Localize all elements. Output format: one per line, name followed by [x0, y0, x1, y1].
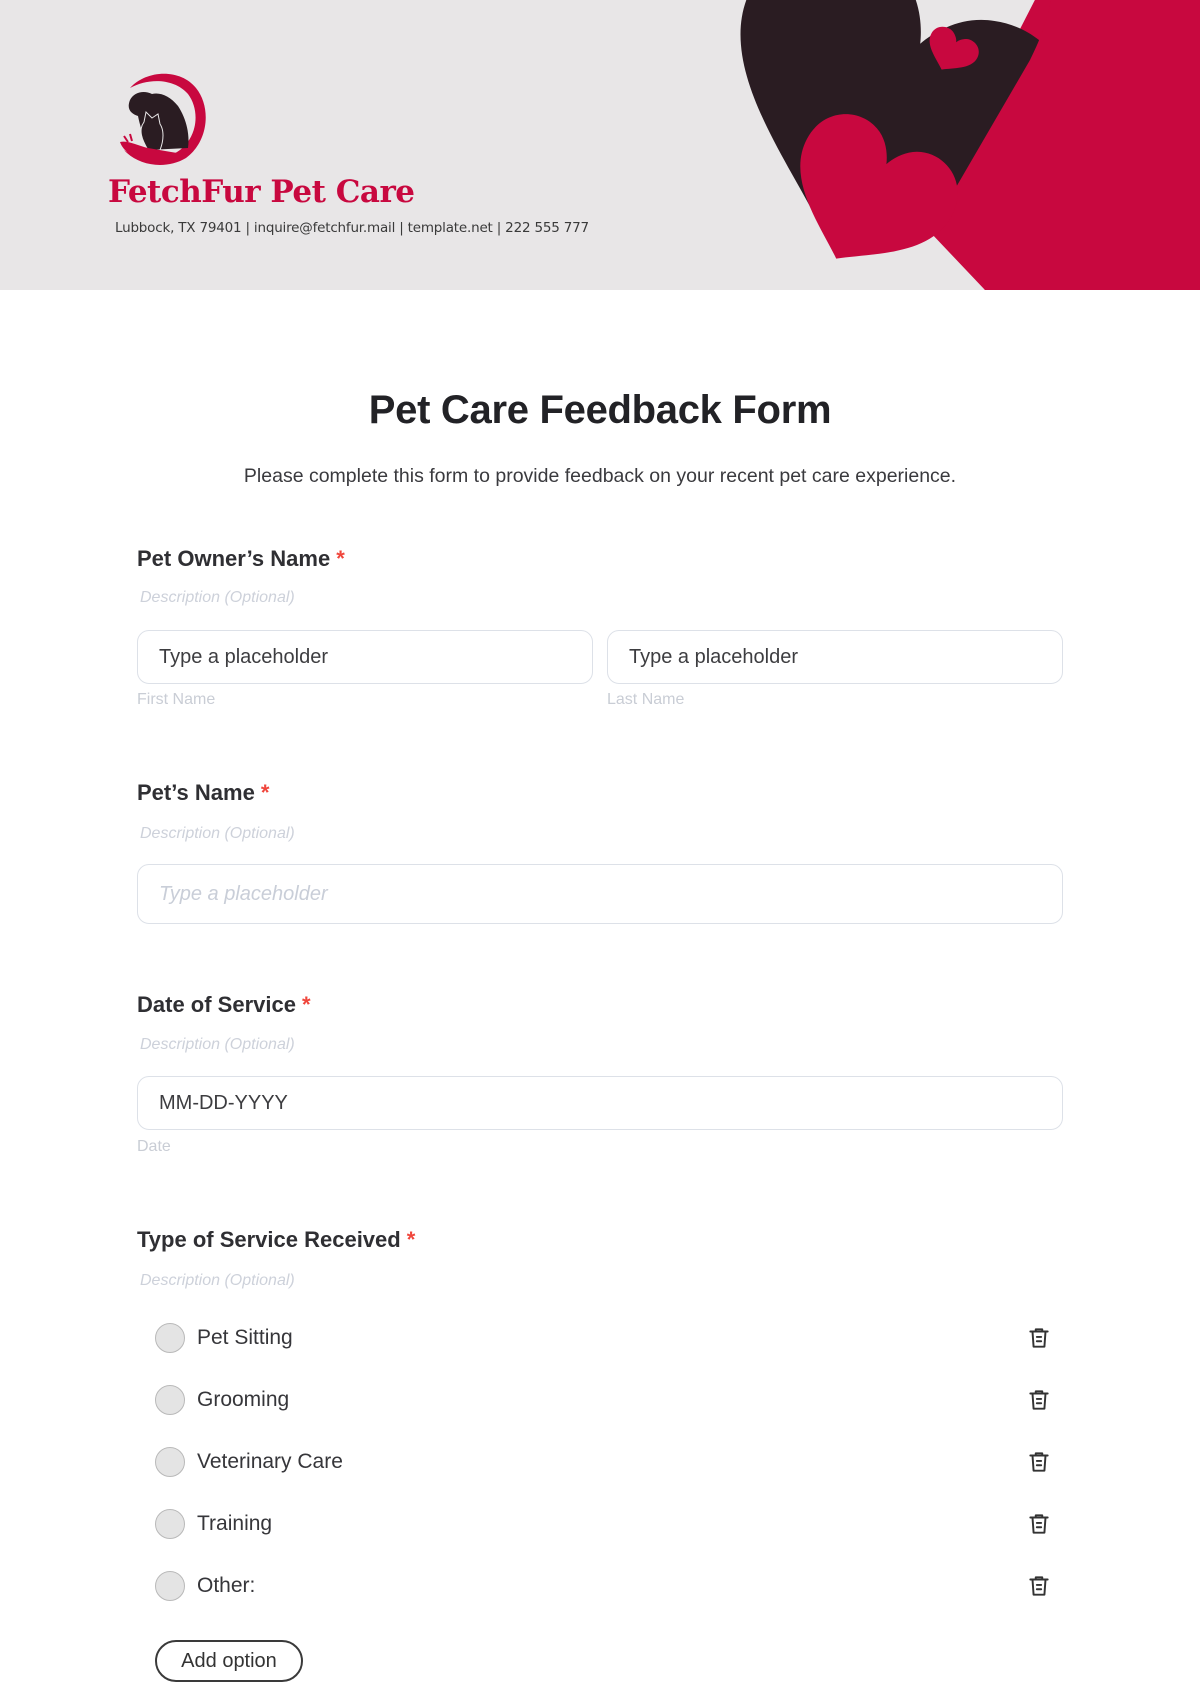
- option-training[interactable]: Training: [155, 1507, 1055, 1541]
- first-name-caption: First Name: [137, 691, 216, 708]
- last-name-caption: Last Name: [607, 691, 685, 708]
- question-label-type-of-service: Type of Service Received *: [137, 1227, 415, 1253]
- question-label-text: Date of Service: [137, 992, 296, 1017]
- question-label-date-of-service: Date of Service *: [137, 992, 311, 1018]
- radio-button[interactable]: [155, 1447, 185, 1477]
- date-input[interactable]: MM-DD-YYYY: [137, 1076, 1063, 1130]
- brand-name: FetchFur Pet Care: [108, 174, 415, 210]
- trash-icon[interactable]: [1026, 1573, 1052, 1599]
- question-description[interactable]: Description (Optional): [140, 1272, 295, 1290]
- form-title: Pet Care Feedback Form: [368, 388, 832, 432]
- required-asterisk: *: [301, 992, 311, 1017]
- first-name-input[interactable]: Type a placeholder: [137, 630, 593, 684]
- question-label-text: Pet Owner’s Name: [137, 546, 331, 571]
- form-subtitle: Please complete this form to provide fee…: [243, 465, 957, 487]
- option-other[interactable]: Other:: [155, 1569, 1055, 1603]
- add-option-button[interactable]: Add option: [155, 1640, 303, 1682]
- option-label[interactable]: Pet Sitting: [197, 1326, 293, 1350]
- date-input-text: MM-DD-YYYY: [159, 1091, 288, 1114]
- option-grooming[interactable]: Grooming: [155, 1383, 1055, 1417]
- trash-icon[interactable]: [1026, 1511, 1052, 1537]
- trash-icon[interactable]: [1026, 1325, 1052, 1351]
- brand-logo-icon: [120, 73, 206, 165]
- last-name-input[interactable]: Type a placeholder: [607, 630, 1063, 684]
- brand-contact-line: Lubbock, TX 79401 | inquire@fetchfur.mai…: [115, 220, 589, 236]
- trash-icon[interactable]: [1026, 1449, 1052, 1475]
- option-label[interactable]: Other:: [197, 1574, 255, 1598]
- question-description[interactable]: Description (Optional): [140, 1036, 295, 1054]
- question-label-text: Pet’s Name: [137, 780, 255, 805]
- required-asterisk: *: [336, 546, 345, 571]
- option-label[interactable]: Training: [197, 1512, 272, 1536]
- first-name-input-text: Type a placeholder: [159, 645, 329, 668]
- required-asterisk: *: [406, 1227, 416, 1252]
- radio-button[interactable]: [155, 1385, 185, 1415]
- option-pet-sitting[interactable]: Pet Sitting: [155, 1321, 1055, 1355]
- radio-button[interactable]: [155, 1509, 185, 1539]
- option-label[interactable]: Veterinary Care: [197, 1450, 343, 1474]
- question-label-pet-name: Pet’s Name *: [137, 780, 269, 806]
- question-label-owner-name: Pet Owner’s Name *: [137, 546, 345, 572]
- question-description[interactable]: Description (Optional): [140, 589, 295, 607]
- date-caption: Date: [137, 1138, 171, 1155]
- last-name-input-text: Type a placeholder: [629, 645, 799, 668]
- question-label-text: Type of Service Received: [137, 1227, 401, 1252]
- option-veterinary-care[interactable]: Veterinary Care: [155, 1445, 1055, 1479]
- radio-button[interactable]: [155, 1323, 185, 1353]
- option-label[interactable]: Grooming: [197, 1388, 289, 1412]
- pet-name-placeholder: Type a placeholder: [159, 882, 328, 905]
- question-description[interactable]: Description (Optional): [140, 825, 295, 843]
- letterhead-header: FetchFur Pet Care Lubbock, TX 79401 | in…: [0, 0, 1200, 290]
- pet-name-input[interactable]: Type a placeholder: [137, 864, 1063, 924]
- required-asterisk: *: [260, 780, 270, 805]
- trash-icon[interactable]: [1026, 1387, 1052, 1413]
- radio-button[interactable]: [155, 1571, 185, 1601]
